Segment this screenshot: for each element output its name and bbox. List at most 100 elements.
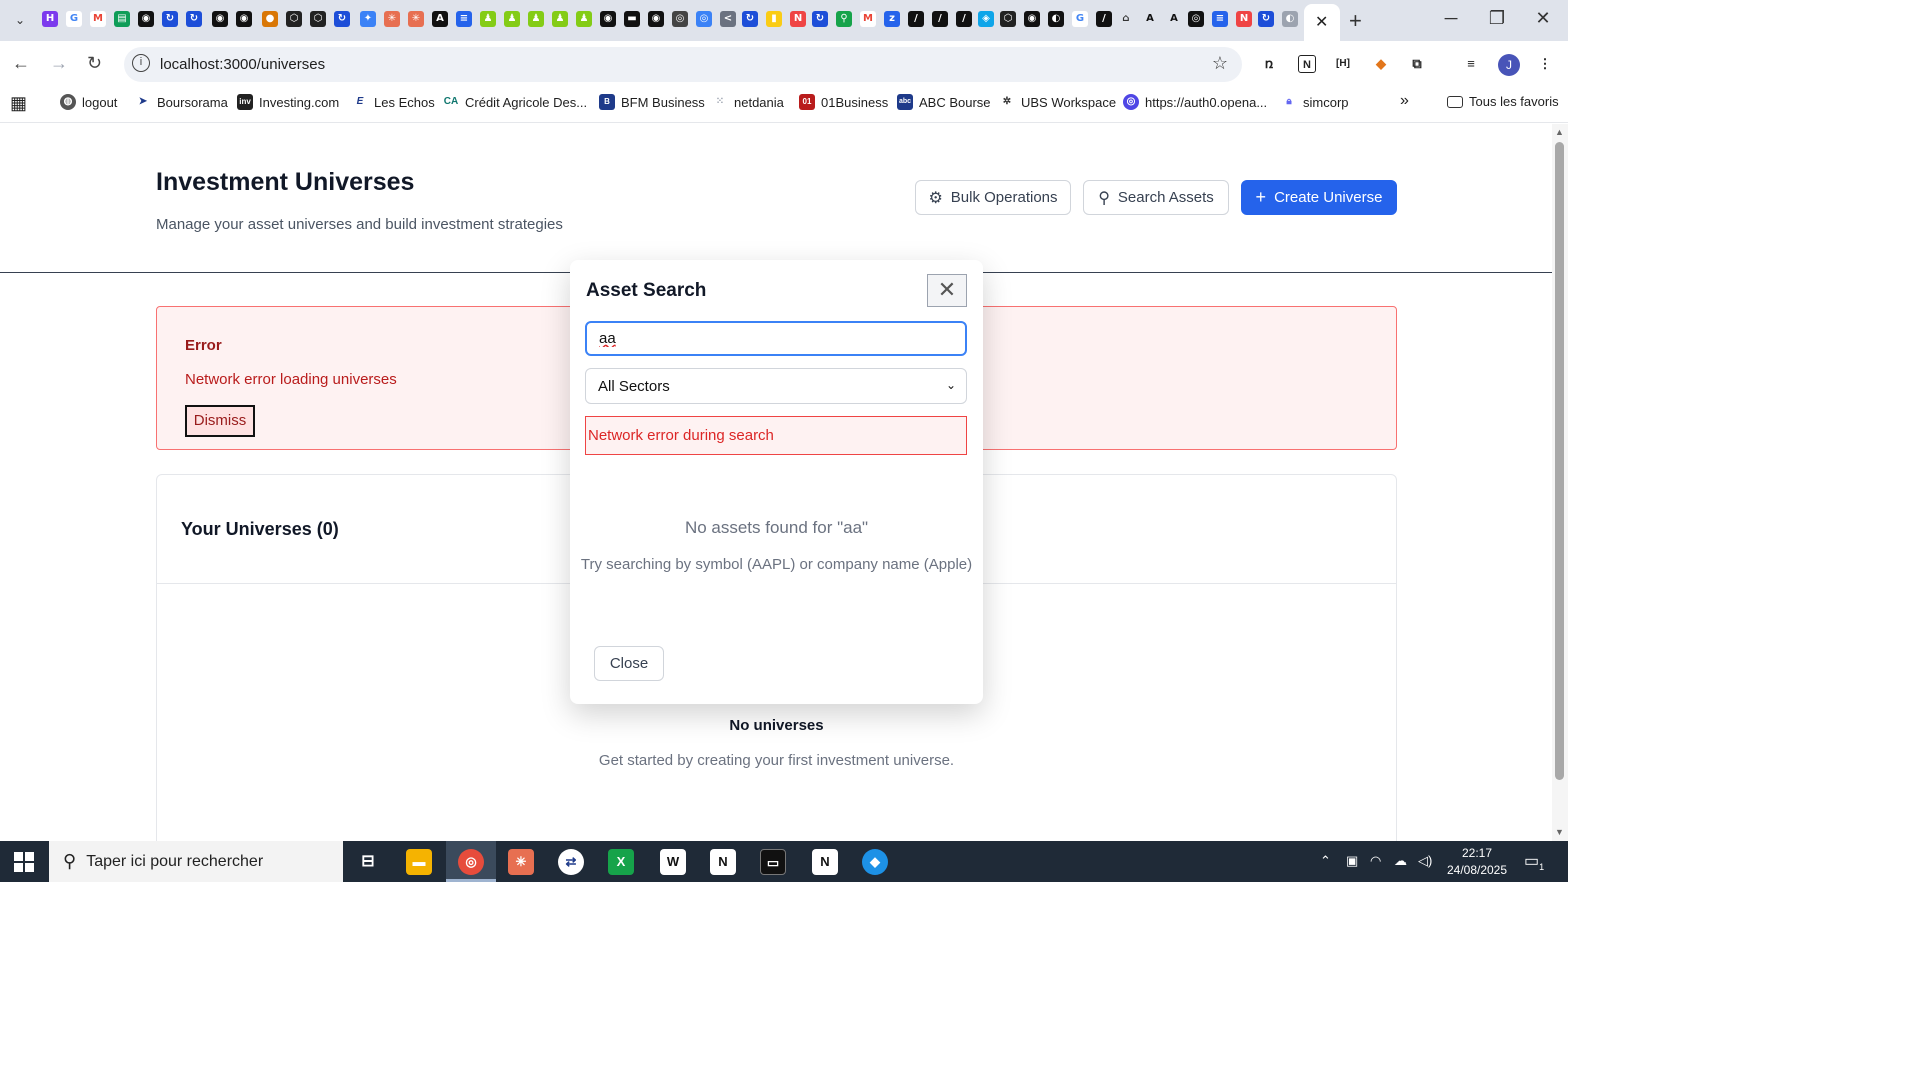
close-window-icon[interactable]: ✕ — [1520, 8, 1566, 29]
scroll-thumb[interactable] — [1555, 142, 1564, 780]
dismiss-button[interactable]: Dismiss — [185, 405, 255, 437]
extensions-puzzle-icon[interactable]: ⧉ — [1408, 55, 1426, 73]
tab-favicon-icon[interactable]: H — [42, 11, 58, 27]
bookmark-logout[interactable]: ◍ logout — [60, 94, 117, 110]
tab-favicon-icon[interactable]: ♟ — [552, 11, 568, 27]
tab-favicon-icon[interactable]: ● — [262, 11, 278, 27]
media-control-icon[interactable]: ≡ — [1462, 55, 1480, 73]
all-favorites[interactable]: Tous les favoris — [1447, 94, 1559, 109]
tab-favicon-icon[interactable]: ✳ — [408, 11, 424, 27]
bookmark-01business[interactable]: 01 01Business — [799, 94, 888, 110]
bookmark-boursorama[interactable]: ➤ Boursorama — [135, 94, 228, 110]
more-bookmarks-icon[interactable]: » — [1400, 92, 1409, 110]
tab-favicon-icon[interactable]: ◉ — [1024, 11, 1040, 27]
bookmark-investing[interactable]: inv Investing.com — [237, 94, 339, 110]
tab-favicon-icon[interactable]: / — [956, 11, 972, 27]
tab-favicon-icon[interactable]: A — [1166, 11, 1182, 27]
bookmark-star-icon[interactable]: ☆ — [1212, 53, 1228, 74]
notion-extension-icon[interactable]: N — [1298, 55, 1316, 73]
tab-favicon-icon[interactable]: ↻ — [162, 11, 178, 27]
tab-favicon-icon[interactable]: / — [1096, 11, 1112, 27]
bookmark-auth0[interactable]: ◎ https://auth0.opena... — [1123, 94, 1267, 110]
tab-favicon-icon[interactable]: ≡ — [1212, 11, 1228, 27]
site-info-icon[interactable]: i — [132, 54, 150, 72]
tab-favicon-icon[interactable]: ◉ — [212, 11, 228, 27]
url-text[interactable]: localhost:3000/universes — [160, 56, 325, 73]
bookmark-credit-agricole[interactable]: CA Crédit Agricole Des... — [443, 94, 587, 110]
extension-icon[interactable]: ռ — [1260, 55, 1278, 73]
minimize-icon[interactable]: ─ — [1428, 8, 1474, 29]
bookmark-simcorp[interactable]: 🔒︎ simcorp — [1281, 94, 1349, 110]
tab-favicon-icon[interactable]: ⬡ — [286, 11, 302, 27]
volume-icon[interactable]: ◁) — [1418, 853, 1432, 869]
notifications-icon[interactable]: ▭1 — [1524, 851, 1544, 872]
tab-favicon-icon[interactable]: / — [932, 11, 948, 27]
tab-favicon-icon[interactable]: ↻ — [186, 11, 202, 27]
tab-search-chevron-icon[interactable]: ⌄ — [8, 9, 32, 31]
file-explorer-icon[interactable]: ▬ — [406, 849, 432, 875]
tray-chevron-icon[interactable]: ⌃ — [1320, 853, 1331, 869]
tab-favicon-icon[interactable]: ◎ — [696, 11, 712, 27]
tab-favicon-icon[interactable]: / — [908, 11, 924, 27]
tab-favicon-icon[interactable]: A — [1142, 11, 1158, 27]
tab-favicon-icon[interactable]: ↻ — [742, 11, 758, 27]
taskbar-search[interactable]: ⚲ Taper ici pour rechercher — [49, 841, 343, 882]
close-button[interactable]: Close — [594, 646, 664, 681]
meet-icon[interactable]: ▣ — [1346, 853, 1358, 869]
wifi-icon[interactable]: ◠ — [1370, 853, 1381, 869]
tab-favicon-icon[interactable]: ✦ — [360, 11, 376, 27]
tab-favicon-icon[interactable]: ▮ — [766, 11, 782, 27]
close-tab-icon[interactable]: ✕ — [1315, 12, 1328, 32]
bookmark-abc-bourse[interactable]: abc ABC Bourse — [897, 94, 991, 110]
tab-favicon-icon[interactable]: ≡ — [456, 11, 472, 27]
tab-favicon-icon[interactable]: M — [860, 11, 876, 27]
teamviewer-icon[interactable]: ⇄ — [558, 849, 584, 875]
scroll-down-icon[interactable]: ▼ — [1555, 827, 1564, 837]
taskbar-clock[interactable]: 22:17 24/08/2025 — [1442, 845, 1512, 879]
sector-select[interactable]: All Sectors ⌄ — [585, 368, 967, 404]
tab-favicon-icon[interactable]: ◉ — [600, 11, 616, 27]
tab-favicon-icon[interactable]: N — [790, 11, 806, 27]
tab-favicon-icon[interactable]: N — [1236, 11, 1252, 27]
page-scrollbar[interactable]: ▲ ▼ — [1552, 124, 1568, 841]
tab-favicon-icon[interactable]: ◉ — [648, 11, 664, 27]
tab-favicon-icon[interactable]: ♟ — [528, 11, 544, 27]
w-app-icon[interactable]: W — [660, 849, 686, 875]
forward-icon[interactable]: → — [50, 53, 68, 74]
menu-icon[interactable]: ⋮ — [1536, 55, 1554, 73]
docker-icon[interactable]: ◆ — [862, 849, 888, 875]
tab-favicon-icon[interactable]: ◉ — [138, 11, 154, 27]
chrome-icon[interactable]: ◎ — [458, 849, 484, 875]
tab-favicon-icon[interactable]: ◉ — [236, 11, 252, 27]
tab-favicon-icon[interactable]: ⬡ — [310, 11, 326, 27]
tab-favicon-icon[interactable]: ▬ — [624, 11, 640, 27]
tab-favicon-icon[interactable]: ↻ — [1258, 11, 1274, 27]
address-bar[interactable]: i localhost:3000/universes ☆ — [124, 47, 1242, 82]
terminal-icon[interactable]: ▭ — [760, 849, 786, 875]
tab-favicon-icon[interactable]: ♟ — [480, 11, 496, 27]
tab-favicon-icon[interactable]: ⌂ — [1118, 11, 1134, 27]
windows-start-icon[interactable] — [14, 852, 34, 872]
create-universe-button[interactable]: + Create Universe — [1241, 180, 1397, 215]
tab-favicon-icon[interactable]: ⬡ — [1000, 11, 1016, 27]
bookmark-ubs[interactable]: ✲ UBS Workspace — [999, 94, 1116, 110]
tab-favicon-icon[interactable]: ◎ — [672, 11, 688, 27]
profile-avatar[interactable]: J — [1498, 54, 1520, 76]
close-icon[interactable]: ✕ — [927, 274, 967, 307]
metamask-icon[interactable]: ◆ — [1372, 55, 1390, 73]
tab-favicon-icon[interactable]: ◐ — [1282, 11, 1298, 27]
tab-favicon-icon[interactable]: ↻ — [812, 11, 828, 27]
bookmark-les-echos[interactable]: E Les Echos — [352, 94, 435, 110]
tab-favicon-icon[interactable]: G — [66, 11, 82, 27]
back-icon[interactable]: ← — [12, 53, 30, 74]
tab-favicon-icon[interactable]: A — [432, 11, 448, 27]
tab-favicon-icon[interactable]: ⚲ — [836, 11, 852, 27]
notion-icon[interactable]: N — [710, 849, 736, 875]
apps-grid-icon[interactable]: ▦ — [10, 93, 27, 114]
claude-icon[interactable]: ✳ — [508, 849, 534, 875]
tab-favicon-icon[interactable]: ▤ — [114, 11, 130, 27]
tab-favicon-icon[interactable]: G — [1072, 11, 1088, 27]
excel-icon[interactable]: X — [608, 849, 634, 875]
tab-favicon-icon[interactable]: ◎ — [1188, 11, 1204, 27]
active-tab[interactable]: ✕ — [1304, 4, 1340, 41]
